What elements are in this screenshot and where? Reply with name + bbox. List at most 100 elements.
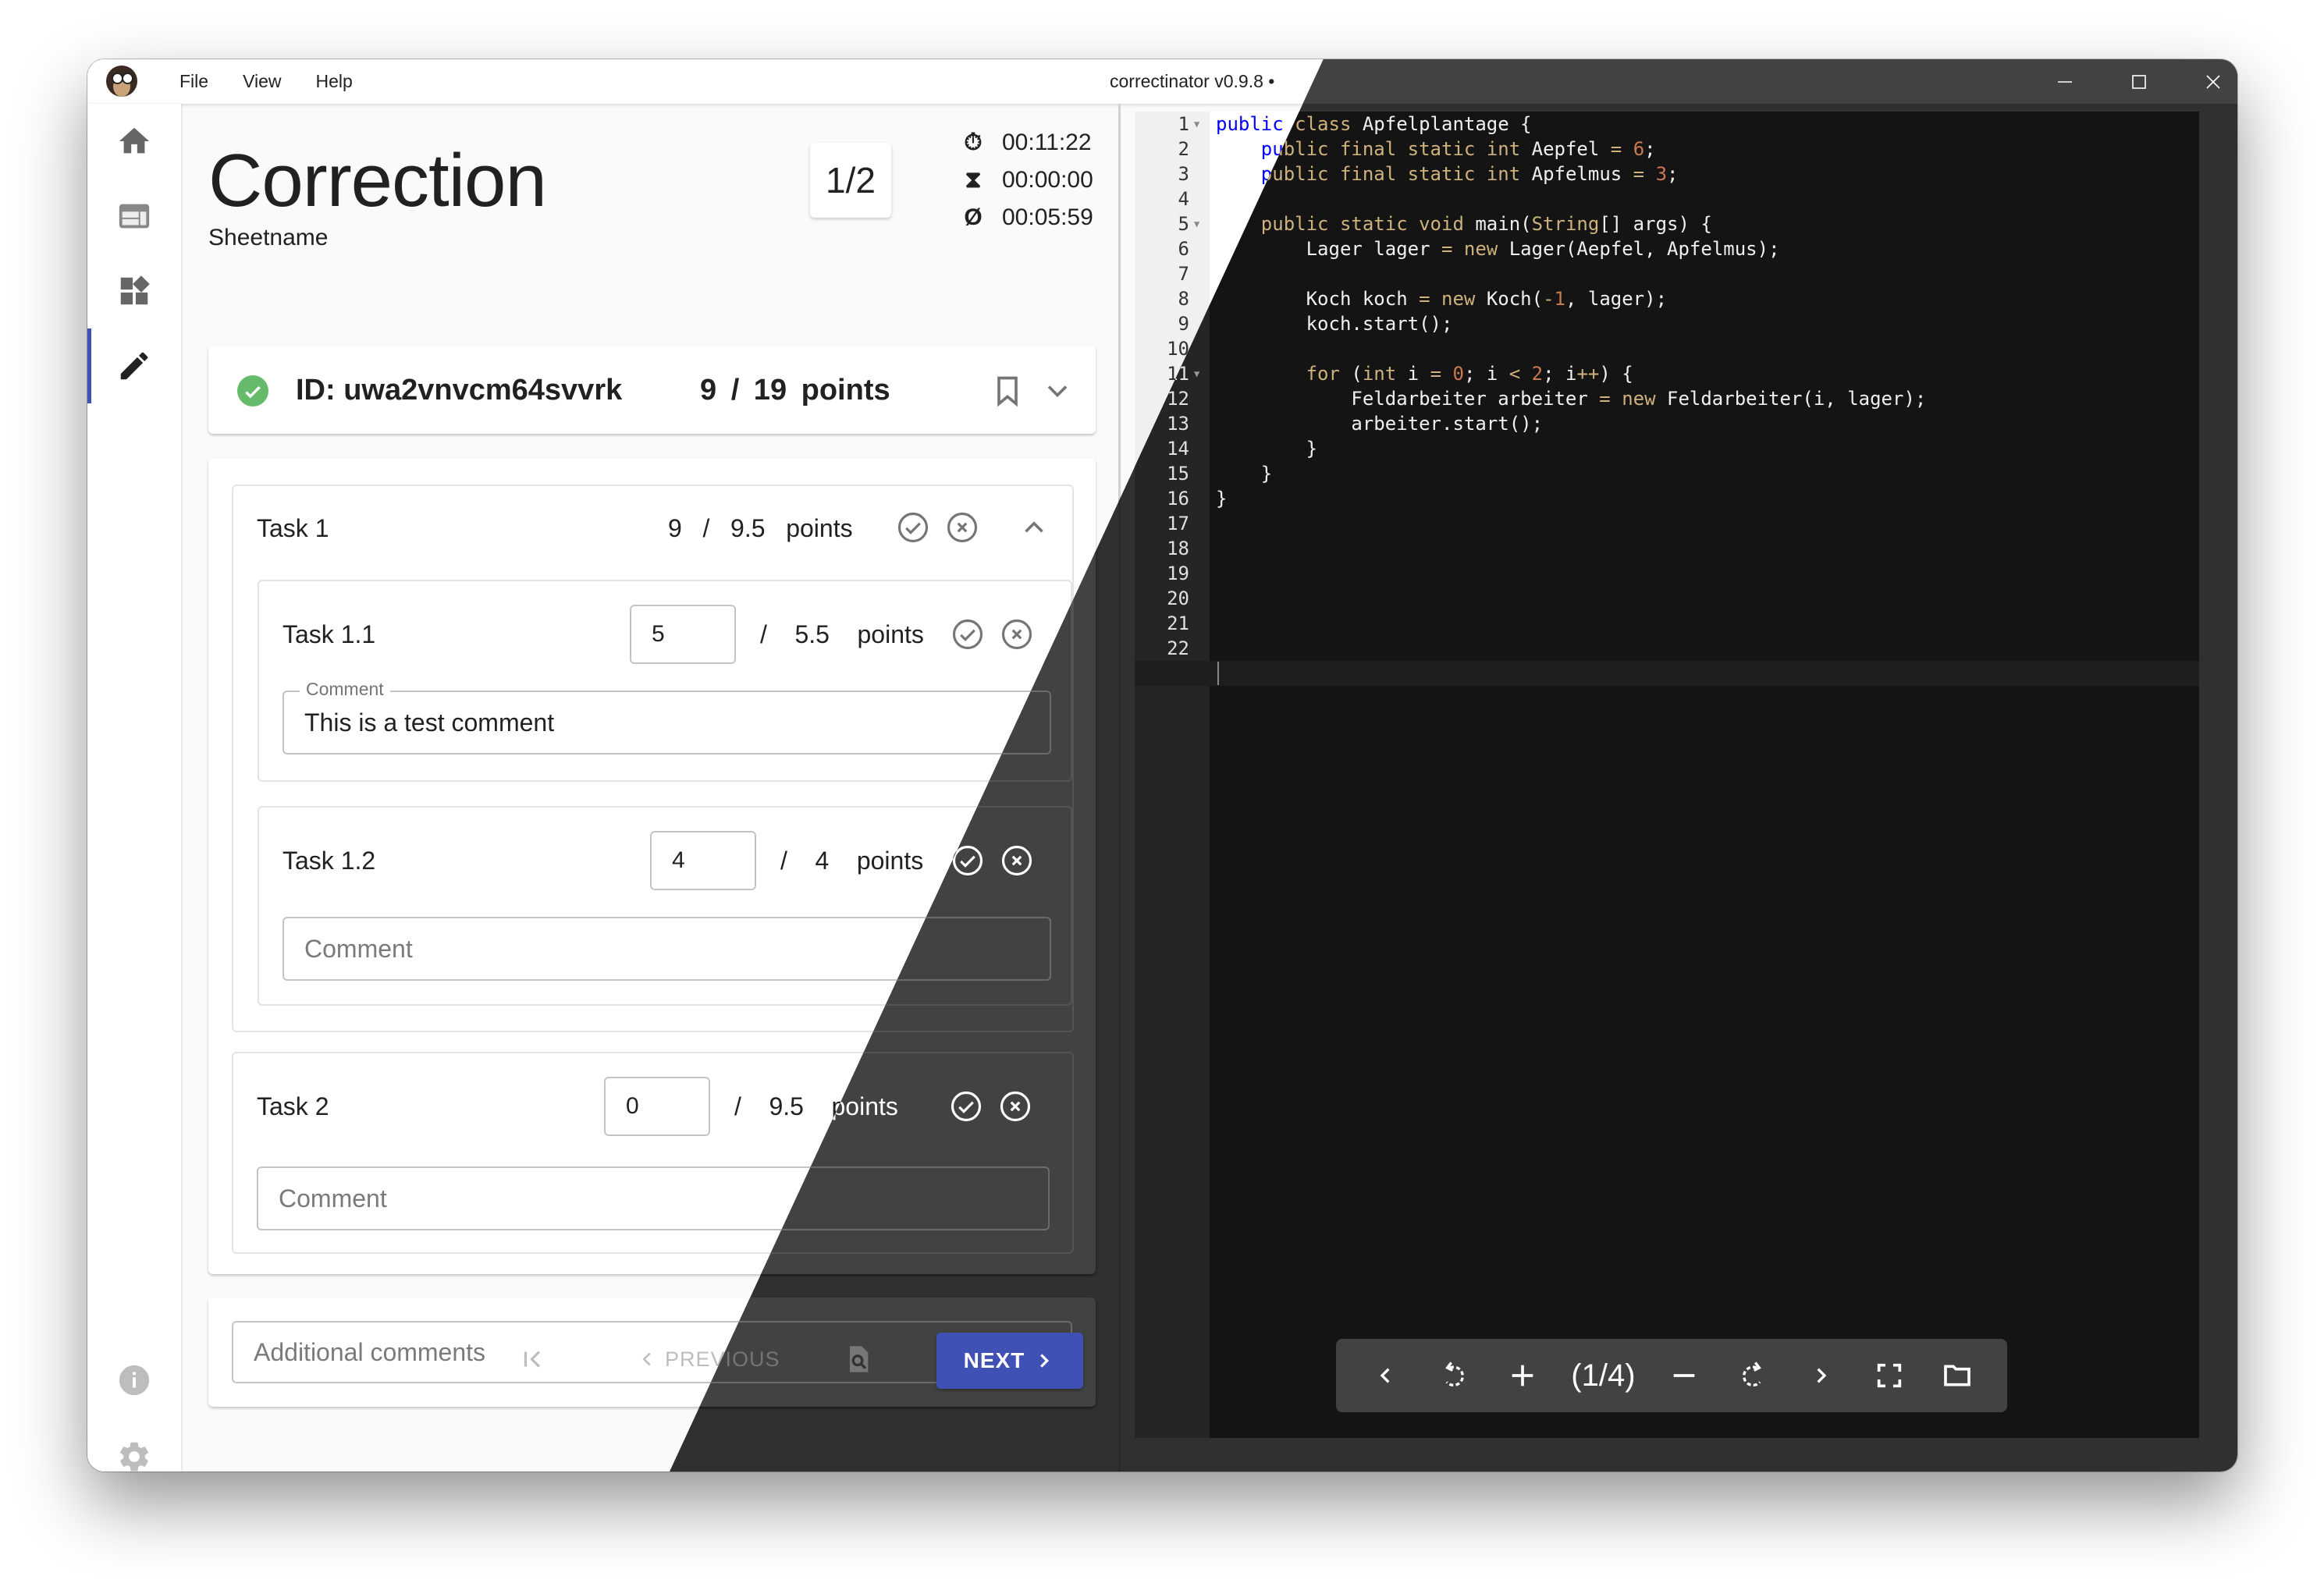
submission-points: 9 / 19 points xyxy=(700,374,890,407)
first-page-icon xyxy=(524,1351,541,1368)
task-1-collapse-button[interactable] xyxy=(1018,511,1050,544)
check-circle-icon xyxy=(237,375,268,407)
task-1-1-name: Task 1.1 xyxy=(283,620,376,648)
chevron-left-icon xyxy=(642,1352,651,1366)
web-layout-icon xyxy=(119,204,150,229)
code-line: } xyxy=(1306,438,1318,460)
task-2-full-points-button[interactable] xyxy=(950,1090,983,1123)
line-number: 18 xyxy=(1167,538,1189,559)
first-button[interactable] xyxy=(518,1331,548,1387)
menu-view[interactable]: View xyxy=(226,71,298,92)
zoom-out-button[interactable] xyxy=(1665,1352,1704,1399)
next-label: NEXT xyxy=(963,1348,1025,1372)
timer-current-value: 00:00:00 xyxy=(1002,167,1093,193)
task-1-1-zero-points-button[interactable] xyxy=(1000,618,1033,651)
widgets-icon xyxy=(120,275,150,305)
sidebar xyxy=(87,104,181,1472)
close-icon xyxy=(2205,74,2220,89)
next-button[interactable]: NEXT xyxy=(936,1333,1083,1389)
task-1-1-points-input[interactable]: 5 xyxy=(630,605,736,664)
task-2-zero-points-button[interactable] xyxy=(999,1090,1032,1123)
plus-icon xyxy=(1512,1365,1533,1386)
hourglass-icon: ⧗ xyxy=(965,167,982,193)
timer-elapsed-value: 00:11:22 xyxy=(1002,130,1092,155)
sheet-name: Sheetname xyxy=(208,225,329,250)
chevron-right-icon xyxy=(1040,1354,1050,1368)
menu-file[interactable]: File xyxy=(162,71,226,92)
timer-average-value: 00:05:59 xyxy=(1002,204,1093,230)
submission-card: ID: uwa2vnvcm64svvrk 9 / 19 points xyxy=(208,346,1096,434)
sidebar-item-home[interactable] xyxy=(87,104,181,179)
fold-arrow-icon[interactable]: ▼ xyxy=(1194,112,1199,137)
line-number: 7 xyxy=(1178,263,1189,285)
close-button[interactable] xyxy=(2176,59,2237,104)
menu-help[interactable]: Help xyxy=(299,71,370,92)
editor-scrollbar[interactable] xyxy=(2199,112,2237,1438)
rotate-left-button[interactable] xyxy=(1434,1352,1473,1399)
rotate-right-button[interactable] xyxy=(1733,1352,1772,1399)
line-number: 4 xyxy=(1178,188,1189,210)
cancel-circle-outline-icon xyxy=(947,512,978,543)
maximize-button[interactable] xyxy=(2102,59,2176,104)
rotate-right-icon xyxy=(1742,1362,1761,1387)
task-1-1-comment-label: Comment xyxy=(300,679,390,700)
minimize-icon xyxy=(2057,80,2072,83)
zoom-in-button[interactable] xyxy=(1503,1352,1542,1399)
code-line: Lager lager = new Lager(Aepfel, Apfelmus… xyxy=(1306,238,1780,260)
page-title: Correction xyxy=(208,139,547,222)
code-line: public final static int Apfelmus = 3; xyxy=(1260,163,1679,185)
task-1-2-max-points: / 4 points xyxy=(780,847,924,875)
task-1-zero-points-button[interactable] xyxy=(946,511,979,544)
find-in-page-icon xyxy=(850,1346,869,1372)
line-number: 1 xyxy=(1178,113,1189,135)
sidebar-item-overview[interactable] xyxy=(87,254,181,328)
task-1-2-zero-points-button[interactable] xyxy=(1000,844,1033,877)
chevron-down-icon xyxy=(1047,385,1068,398)
expand-button[interactable] xyxy=(1040,374,1075,408)
chevron-up-icon xyxy=(1025,521,1043,533)
correction-counter: 1/2 xyxy=(810,143,891,218)
task-1-full-points-button[interactable] xyxy=(897,511,929,544)
line-number: 10 xyxy=(1167,338,1189,360)
pencil-icon xyxy=(120,352,148,380)
gear-icon xyxy=(120,1442,148,1472)
check-circle-outline-icon xyxy=(951,1091,982,1122)
code-line: } xyxy=(1216,488,1228,509)
code-editor[interactable]: 1▼2345▼67891011▼121314151617181920212223… xyxy=(1135,112,2199,1438)
task-1-points: 9 / 9.5 points xyxy=(668,514,853,542)
task-1-2-name: Task 1.2 xyxy=(283,847,376,875)
search-file-button[interactable] xyxy=(842,1331,873,1387)
code-line: } xyxy=(1260,463,1273,485)
viewer-previous-button[interactable] xyxy=(1366,1352,1405,1399)
sidebar-item-info[interactable] xyxy=(87,1343,181,1418)
code-line: for (int i = 0; i < 2; i++) { xyxy=(1306,363,1633,385)
line-number: 19 xyxy=(1167,563,1189,584)
line-number: 8 xyxy=(1178,288,1189,310)
sidebar-item-settings[interactable] xyxy=(87,1419,181,1472)
viewer-next-button[interactable] xyxy=(1801,1352,1840,1399)
fold-arrow-icon[interactable]: ▼ xyxy=(1194,211,1199,236)
fullscreen-button[interactable] xyxy=(1870,1352,1909,1399)
cancel-circle-outline-icon xyxy=(1001,619,1032,650)
task-1-2-points-input[interactable]: 4 xyxy=(650,831,756,890)
code-line: public static void main(String[] args) { xyxy=(1260,213,1712,235)
task-1-1-comment-field[interactable]: This is a test comment xyxy=(283,691,1051,754)
sidebar-item-correction[interactable] xyxy=(87,328,181,403)
task-1-name: Task 1 xyxy=(257,514,329,542)
info-icon xyxy=(119,1365,150,1396)
task-1-1-full-points-button[interactable] xyxy=(951,618,984,651)
rotate-left-icon xyxy=(1445,1362,1465,1387)
owl-logo-icon xyxy=(106,66,137,97)
open-folder-button[interactable] xyxy=(1938,1352,1977,1399)
line-number: 9 xyxy=(1178,313,1189,335)
minimize-button[interactable] xyxy=(2027,59,2102,104)
task-2-points-input[interactable]: 0 xyxy=(604,1077,710,1136)
fold-arrow-icon[interactable]: ▼ xyxy=(1194,361,1199,386)
code-line: arbeiter.start(); xyxy=(1351,413,1544,435)
menu-bar: File View Help xyxy=(162,59,370,104)
bookmark-button[interactable] xyxy=(990,374,1025,408)
chevron-right-icon xyxy=(1817,1368,1827,1383)
sidebar-item-sheets[interactable] xyxy=(87,179,181,254)
minus-icon xyxy=(1673,1374,1695,1377)
check-circle-outline-icon xyxy=(952,619,983,650)
